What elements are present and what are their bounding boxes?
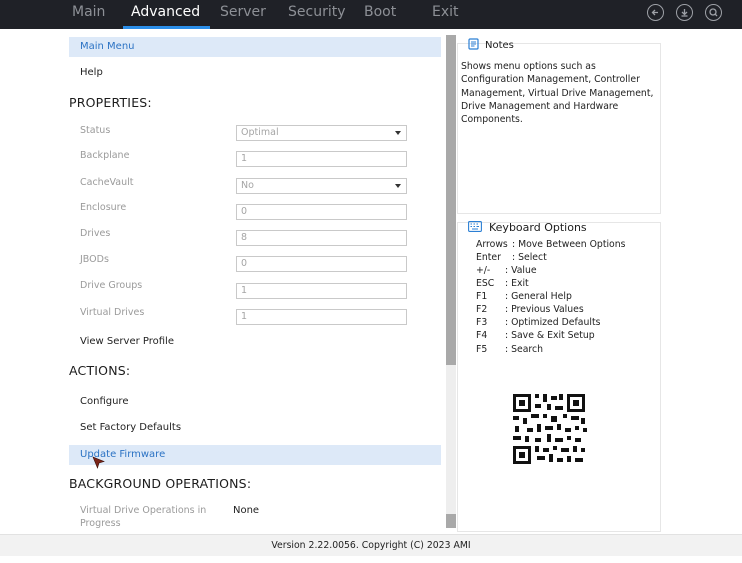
jbods-field: 0	[236, 256, 407, 272]
drive-groups-label: Drive Groups	[80, 280, 143, 291]
keyboard-options-header: Keyboard Options	[468, 221, 587, 234]
drives-label: Drives	[80, 228, 111, 239]
keyboard-option-description: : Value	[505, 265, 537, 276]
keyboard-option-key: +/-	[476, 265, 491, 276]
keyboard-option-key: Arrows	[476, 239, 508, 250]
keyboard-option-description: : Optimized Defaults	[505, 317, 601, 328]
tab-boot[interactable]: Boot	[364, 0, 396, 29]
background-operations-heading: BACKGROUND OPERATIONS:	[69, 476, 252, 491]
tab-exit[interactable]: Exit	[432, 0, 459, 29]
update-firmware-item[interactable]: Update Firmware	[69, 445, 441, 465]
keyboard-options-title: Keyboard Options	[489, 221, 587, 234]
keyboard-option-description: : Search	[505, 344, 544, 355]
vd-operations-label-line1: Virtual Drive Operations in	[80, 505, 207, 516]
top-menu-bar: Main Advanced Server Security Boot Exit	[0, 0, 742, 29]
keyboard-option-key: F2	[476, 304, 488, 315]
cachevault-label: CacheVault	[80, 177, 134, 188]
main-menu-label: Main Menu	[80, 41, 135, 52]
cachevault-value: No	[241, 180, 254, 191]
chevron-down-icon	[395, 131, 401, 135]
keyboard-option-key: F1	[476, 291, 488, 302]
keyboard-option-key: F4	[476, 330, 488, 341]
mouse-pointer-icon	[92, 456, 105, 469]
keyboard-option-description: : Move Between Options	[512, 239, 626, 250]
vd-operations-value: None	[233, 505, 260, 516]
keyboard-icon	[468, 221, 482, 232]
configure-item[interactable]: Configure	[80, 396, 128, 407]
backplane-label: Backplane	[80, 150, 130, 161]
main-menu-item[interactable]: Main Menu	[69, 37, 441, 57]
keyboard-option-key: F5	[476, 344, 488, 355]
virtual-drives-label: Virtual Drives	[80, 307, 145, 318]
status-label: Status	[80, 125, 111, 136]
menu-panel: Main Menu Help PROPERTIES: Status Optima…	[0, 29, 446, 534]
notes-title: Notes	[485, 40, 514, 51]
keyboard-option-key: F3	[476, 317, 488, 328]
status-dropdown[interactable]: Optimal	[236, 125, 407, 141]
status-value: Optimal	[241, 127, 279, 138]
notes-header: Notes	[468, 38, 514, 51]
qr-code-icon	[505, 384, 593, 470]
tab-server[interactable]: Server	[220, 0, 266, 29]
drive-groups-field: 1	[236, 283, 407, 299]
virtual-drives-field: 1	[236, 309, 407, 325]
footer-bar: Version 2.22.0056. Copyright (C) 2023 AM…	[0, 534, 742, 556]
tab-security[interactable]: Security	[288, 0, 346, 29]
tab-main[interactable]: Main	[72, 0, 105, 29]
notes-text: Shows menu options such as Configuration…	[461, 61, 654, 126]
keyboard-option-description: : Select	[512, 252, 547, 263]
keyboard-option-description: : Previous Values	[505, 304, 584, 315]
properties-heading: PROPERTIES:	[69, 95, 152, 110]
set-factory-defaults-item[interactable]: Set Factory Defaults	[80, 422, 181, 433]
notes-icon	[468, 38, 479, 50]
view-server-profile-item[interactable]: View Server Profile	[80, 336, 174, 347]
chevron-down-icon	[395, 184, 401, 188]
cachevault-dropdown[interactable]: No	[236, 178, 407, 194]
enclosure-field: 0	[236, 204, 407, 220]
tab-advanced[interactable]: Advanced	[122, 0, 211, 29]
back-icon[interactable]	[647, 4, 664, 21]
jbods-label: JBODs	[80, 254, 109, 265]
version-text: Version 2.22.0056. Copyright (C) 2023 AM…	[271, 540, 471, 551]
drives-field: 8	[236, 230, 407, 246]
keyboard-option-key: Enter	[476, 252, 501, 263]
keyboard-option-description: : General Help	[505, 291, 572, 302]
backplane-field: 1	[236, 151, 407, 167]
scrollbar-thumb-bottom[interactable]	[446, 514, 456, 528]
keyboard-option-key: ESC	[476, 278, 495, 289]
keyboard-option-description: : Exit	[505, 278, 529, 289]
keyboard-option-description: : Save & Exit Setup	[505, 330, 595, 341]
download-icon[interactable]	[676, 4, 693, 21]
vd-operations-label-line2: Progress	[80, 518, 121, 529]
help-item[interactable]: Help	[80, 67, 103, 78]
scrollbar-thumb[interactable]	[446, 35, 456, 365]
enclosure-label: Enclosure	[80, 202, 127, 213]
actions-heading: ACTIONS:	[69, 363, 131, 378]
search-icon[interactable]	[705, 4, 722, 21]
